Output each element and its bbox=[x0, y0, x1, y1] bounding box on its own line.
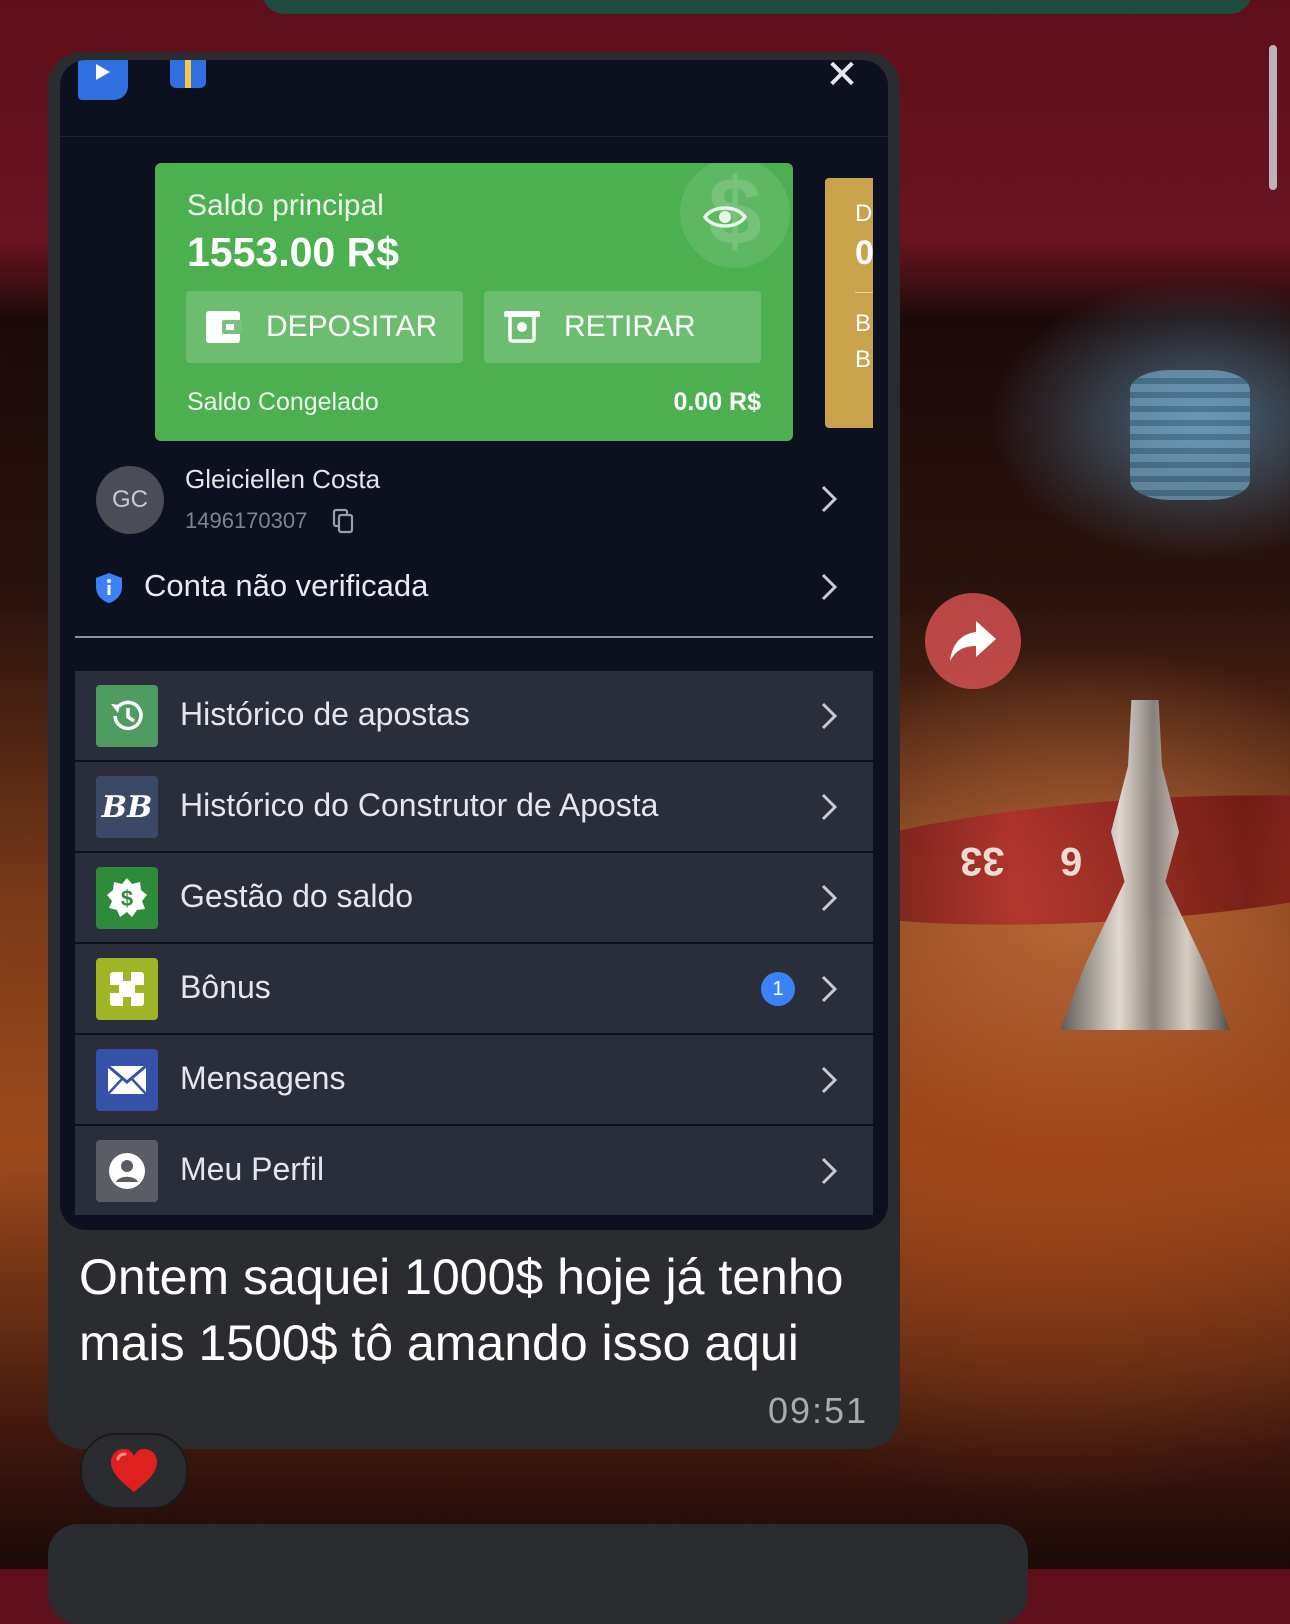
menu-item-label: Mensagens bbox=[180, 1060, 346, 1096]
next-message-bubble[interactable] bbox=[48, 1524, 1028, 1624]
copy-icon[interactable] bbox=[332, 508, 354, 534]
reaction-badge[interactable] bbox=[80, 1433, 188, 1509]
chevron-right-icon bbox=[821, 884, 838, 912]
menu-item-label: Meu Perfil bbox=[180, 1151, 325, 1187]
menu-item-label: Gestão do saldo bbox=[180, 878, 414, 914]
avatar: GC bbox=[96, 466, 164, 534]
account-menu: Histórico de apostas BB Histórico do Con… bbox=[75, 671, 873, 1217]
chevron-right-icon bbox=[821, 485, 838, 513]
user-profile-row[interactable]: GC Gleiciellen Costa 1496170307 bbox=[60, 460, 888, 540]
withdraw-button[interactable]: RETIRAR bbox=[484, 291, 761, 363]
deposit-label: DEPOSITAR bbox=[266, 310, 438, 343]
menu-item-bonus[interactable]: Bônus 1 bbox=[75, 944, 873, 1033]
menu-item-messages[interactable]: Mensagens bbox=[75, 1035, 873, 1124]
frozen-balance-value: 0.00 R$ bbox=[673, 388, 761, 416]
menu-item-bet-history[interactable]: Histórico de apostas bbox=[75, 671, 873, 760]
bonus-balance-card-peek[interactable]: D 0 B B bbox=[825, 178, 873, 428]
app-logo-icon bbox=[78, 60, 128, 100]
gift-icon[interactable] bbox=[170, 60, 206, 88]
bet-builder-icon: BB bbox=[96, 776, 158, 838]
user-id: 1496170307 bbox=[185, 508, 308, 533]
chevron-right-icon bbox=[821, 793, 838, 821]
verification-status: Conta não verificada bbox=[144, 568, 429, 603]
profile-icon bbox=[96, 1140, 158, 1202]
menu-item-label: Histórico de apostas bbox=[180, 696, 470, 732]
wallet-icon bbox=[206, 311, 242, 343]
close-icon[interactable]: ✕ bbox=[822, 60, 862, 95]
message-timestamp: 09:51 bbox=[768, 1390, 869, 1431]
peek-text: 0 bbox=[855, 234, 873, 272]
shield-icon bbox=[96, 573, 122, 603]
chevron-right-icon bbox=[821, 573, 838, 601]
frozen-balance-label: Saldo Congelado bbox=[187, 388, 379, 416]
heart-icon bbox=[111, 1449, 157, 1492]
background-wheel-number: 33 bbox=[960, 839, 1005, 883]
menu-item-label: Bônus bbox=[180, 969, 271, 1005]
main-balance-value: 1553.00 R$ bbox=[187, 229, 400, 275]
chevron-right-icon bbox=[821, 975, 838, 1003]
peek-text: B bbox=[855, 346, 872, 373]
menu-item-label: Histórico do Construtor de Aposta bbox=[180, 787, 659, 823]
menu-item-my-profile[interactable]: Meu Perfil bbox=[75, 1126, 873, 1215]
verification-row[interactable]: Conta não verificada bbox=[60, 560, 888, 616]
svg-text:$: $ bbox=[121, 886, 133, 911]
withdraw-label: RETIRAR bbox=[564, 310, 696, 343]
user-name: Gleiciellen Costa bbox=[185, 464, 381, 494]
previous-message-bubble bbox=[262, 0, 1252, 14]
divider bbox=[75, 636, 873, 638]
eye-icon[interactable] bbox=[703, 203, 747, 231]
message-text: Ontem saquei 1000$ hoje já tenho mais 15… bbox=[79, 1249, 844, 1371]
cash-withdraw-icon bbox=[504, 311, 540, 343]
peek-divider bbox=[855, 292, 873, 293]
forward-arrow-icon bbox=[950, 621, 996, 661]
scrollbar[interactable] bbox=[1269, 45, 1277, 190]
background-wheel-number: 6 bbox=[1060, 839, 1083, 883]
app-header: ✕ bbox=[60, 60, 888, 137]
chevron-right-icon bbox=[821, 1066, 838, 1094]
menu-item-bet-builder-history[interactable]: BB Histórico do Construtor de Aposta bbox=[75, 762, 873, 851]
peek-text: B bbox=[855, 310, 872, 337]
deposit-button[interactable]: DEPOSITAR bbox=[186, 291, 463, 363]
history-icon bbox=[96, 685, 158, 747]
screenshot-image[interactable]: ✕ $ Saldo principal 1553.00 R$ DEPOSITAR… bbox=[60, 60, 888, 1230]
main-balance-card: $ Saldo principal 1553.00 R$ DEPOSITAR R… bbox=[155, 163, 793, 441]
forward-button[interactable] bbox=[925, 593, 1021, 689]
chevron-right-icon bbox=[821, 702, 838, 730]
main-balance-label: Saldo principal bbox=[187, 189, 384, 222]
money-gear-icon: $ bbox=[96, 867, 158, 929]
peek-text: D bbox=[855, 200, 873, 227]
envelope-icon bbox=[96, 1049, 158, 1111]
chevron-right-icon bbox=[821, 1157, 838, 1185]
notification-badge: 1 bbox=[761, 972, 795, 1006]
background-chips bbox=[1130, 370, 1250, 500]
bonus-icon bbox=[96, 958, 158, 1020]
menu-item-balance-management[interactable]: $ Gestão do saldo bbox=[75, 853, 873, 942]
